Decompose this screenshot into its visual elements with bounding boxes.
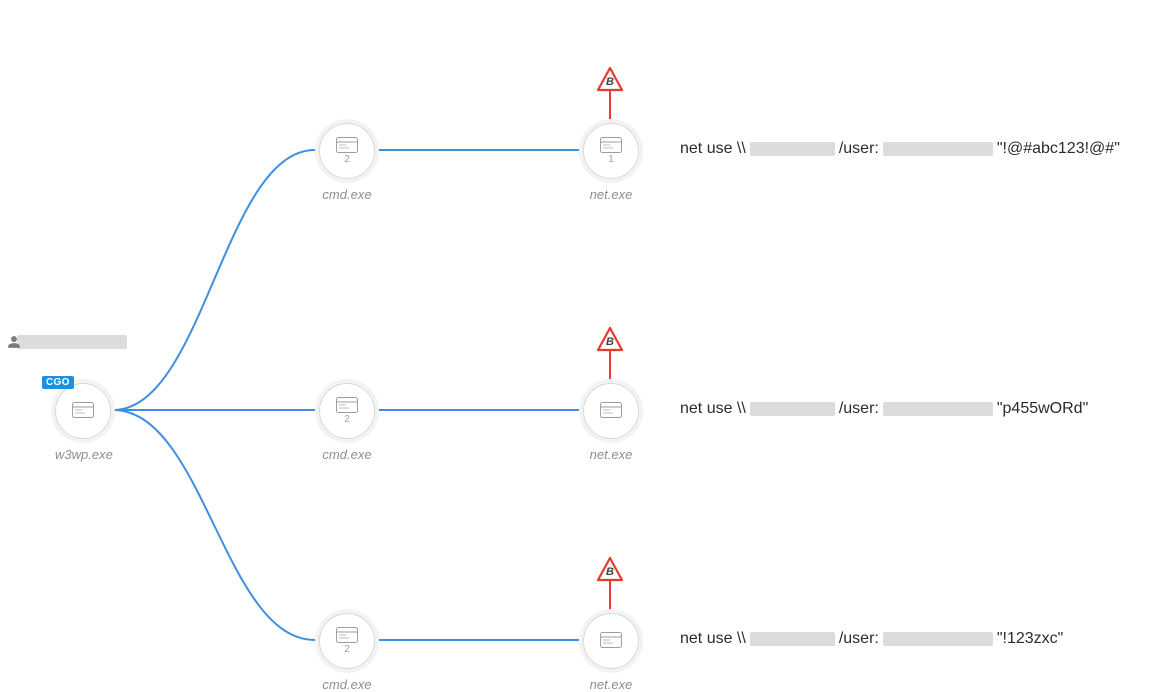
svg-text:B: B — [606, 336, 614, 348]
node-count: 2 — [344, 645, 350, 655]
window-icon — [600, 402, 622, 418]
window-icon — [72, 402, 94, 418]
cmd-redacted-user: x — [883, 402, 993, 416]
node-cmd-1-label: cmd.exe — [319, 447, 375, 462]
node-badge: CGO — [42, 376, 74, 389]
node-root[interactable]: CGO w3wp.exe — [55, 383, 113, 462]
node-net-2[interactable]: net.exe — [583, 613, 639, 692]
user-redacted: x — [17, 335, 127, 349]
node-cmd-2-circle[interactable]: 2 — [319, 613, 375, 669]
cmd-redacted-host: x — [750, 142, 835, 156]
cmd-prefix: net use \\ — [680, 140, 746, 158]
node-cmd-1[interactable]: 2 cmd.exe — [319, 383, 375, 462]
cmd-mid: /user: — [839, 400, 879, 418]
cmd-mid: /user: — [839, 140, 879, 158]
node-cmd-2-label: cmd.exe — [319, 677, 375, 692]
cmd-redacted-user: x — [883, 142, 993, 156]
node-root-label: w3wp.exe — [55, 447, 113, 462]
node-net-0-circle[interactable]: 1 — [583, 123, 639, 179]
command-line-1: net use \\ x /user: x "p455wORd" — [680, 400, 1088, 418]
svg-text:B: B — [606, 76, 614, 88]
cmd-mid: /user: — [839, 630, 879, 648]
command-line-0: net use \\ x /user: x "!@#abc123!@#" — [680, 140, 1120, 158]
node-net-2-circle[interactable] — [583, 613, 639, 669]
cmd-suffix: "!@#abc123!@#" — [997, 140, 1120, 158]
cmd-prefix: net use \\ — [680, 630, 746, 648]
command-line-2: net use \\ x /user: x "!123zxc" — [680, 630, 1063, 648]
node-cmd-1-circle[interactable]: 2 — [319, 383, 375, 439]
window-icon — [336, 627, 358, 643]
window-icon — [336, 397, 358, 413]
node-cmd-0-label: cmd.exe — [319, 187, 375, 202]
node-net-1-circle[interactable] — [583, 383, 639, 439]
node-cmd-0-circle[interactable]: 2 — [319, 123, 375, 179]
node-net-2-label: net.exe — [583, 677, 639, 692]
window-icon — [336, 137, 358, 153]
node-net-0-label: net.exe — [583, 187, 639, 202]
cmd-redacted-host: x — [750, 632, 835, 646]
node-cmd-0[interactable]: 2 cmd.exe — [319, 123, 375, 202]
window-icon — [600, 137, 622, 153]
node-count: 2 — [344, 155, 350, 165]
cmd-suffix: "p455wORd" — [997, 400, 1088, 418]
node-count: 1 — [608, 155, 614, 165]
cmd-suffix: "!123zxc" — [997, 630, 1064, 648]
svg-text:B: B — [606, 566, 614, 578]
cmd-prefix: net use \\ — [680, 400, 746, 418]
user-identity: x — [7, 335, 131, 349]
node-net-1[interactable]: net.exe — [583, 383, 639, 462]
node-root-circle[interactable]: CGO — [55, 383, 111, 439]
cmd-redacted-user: x — [883, 632, 993, 646]
node-net-1-label: net.exe — [583, 447, 639, 462]
node-count: 2 — [344, 415, 350, 425]
node-cmd-2[interactable]: 2 cmd.exe — [319, 613, 375, 692]
node-net-0[interactable]: 1 net.exe — [583, 123, 639, 202]
cmd-redacted-host: x — [750, 402, 835, 416]
window-icon — [600, 632, 622, 648]
